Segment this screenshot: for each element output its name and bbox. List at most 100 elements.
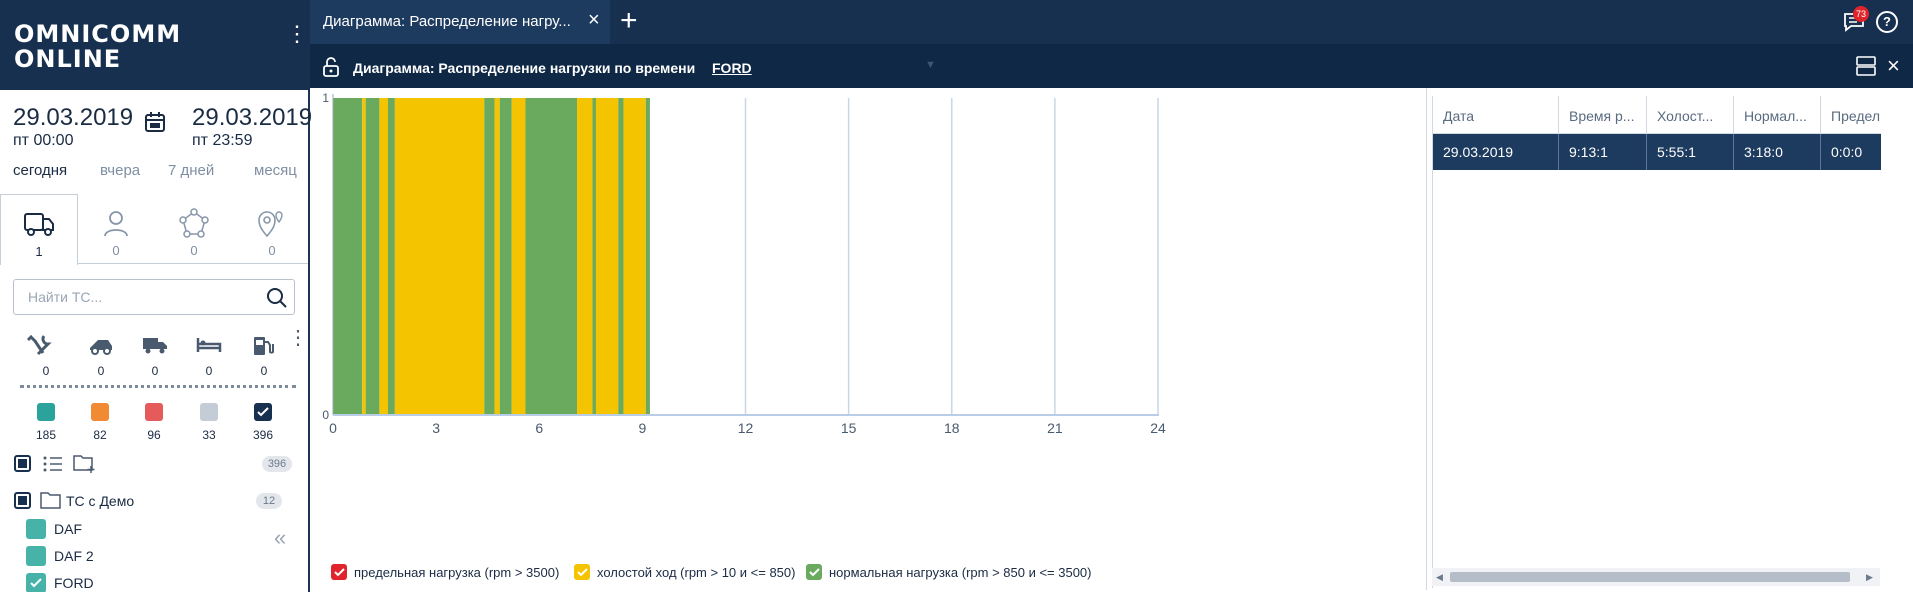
tab-drivers[interactable]: 0: [78, 194, 154, 264]
legend-check-peak[interactable]: [331, 564, 347, 580]
vehicle-dropdown-icon[interactable]: ▼: [925, 59, 936, 71]
panel-close-icon[interactable]: ×: [1887, 53, 1900, 79]
quick-range-yesterday[interactable]: вчера: [100, 162, 140, 179]
table-horizontal-scrollbar[interactable]: ◀ ▶: [1432, 568, 1880, 586]
tow-icon[interactable]: [87, 334, 115, 361]
status-chip-red[interactable]: [145, 403, 163, 421]
unlock-icon[interactable]: [322, 56, 340, 83]
segment-green: [645, 98, 650, 415]
table-cell[interactable]: 5:55:1: [1647, 134, 1734, 170]
check-icon: [809, 568, 820, 577]
tab-network[interactable]: 0: [156, 194, 232, 264]
service-count: 0: [42, 364, 50, 378]
search-input[interactable]: [26, 288, 260, 306]
list-view-icon[interactable]: [42, 454, 64, 479]
scroll-thumb[interactable]: [1450, 572, 1850, 582]
tab-vehicles[interactable]: 1: [0, 194, 78, 265]
col-header-work-time[interactable]: Время р...: [1559, 96, 1647, 134]
status-grey-count: 33: [202, 428, 216, 442]
truck-small-icon[interactable]: [141, 334, 169, 361]
service-icon[interactable]: [26, 334, 52, 361]
tab-geofences[interactable]: 0: [234, 194, 310, 264]
tree-item-checkbox[interactable]: [26, 546, 46, 566]
x-tick-label: 12: [738, 420, 754, 436]
help-icon[interactable]: ?: [1876, 11, 1898, 33]
add-folder-icon[interactable]: [72, 452, 96, 479]
status-red-count: 96: [147, 428, 161, 442]
col-header-normal[interactable]: Нормал...: [1734, 96, 1821, 134]
status-chip-grey[interactable]: [200, 403, 218, 421]
collapse-sidebar-icon[interactable]: «: [274, 525, 286, 551]
status-more-icon[interactable]: ⋮: [288, 328, 308, 348]
tree-item-daf2[interactable]: DAF 2: [54, 548, 94, 564]
date-to-time: пт 23:59: [192, 132, 253, 149]
x-tick-label: 6: [535, 420, 543, 436]
segment-yellow: [623, 98, 646, 415]
group-count-badge: 12: [256, 493, 282, 509]
segment-green: [365, 98, 380, 415]
folder-icon: [40, 491, 62, 514]
tab-close-icon[interactable]: ×: [588, 9, 600, 32]
date-from-time: пт 00:00: [13, 132, 74, 149]
fuel-count: 0: [260, 364, 268, 378]
tree-item-daf[interactable]: DAF: [54, 521, 82, 537]
group-checkbox[interactable]: [14, 492, 31, 509]
segment-green: [592, 98, 596, 415]
legend-check-normal[interactable]: [806, 564, 822, 580]
search-field[interactable]: [13, 279, 295, 315]
tab-diagram[interactable]: Диаграмма: Распределение нагру... ×: [310, 0, 610, 44]
search-icon[interactable]: [266, 287, 288, 309]
col-header-date[interactable]: Дата: [1433, 96, 1559, 134]
status-chip-all-checkbox[interactable]: [254, 403, 272, 421]
bed-count: 0: [205, 364, 213, 378]
status-divider: [20, 385, 296, 388]
x-tick-label: 0: [329, 420, 337, 436]
segment-green: [618, 98, 624, 415]
tree-item-checkbox[interactable]: [26, 519, 46, 539]
legend-check-idle[interactable]: [574, 564, 590, 580]
check-icon: [334, 568, 345, 577]
status-chip-green[interactable]: [37, 403, 55, 421]
status-chip-orange[interactable]: [91, 403, 109, 421]
summary-table: Дата Время р... Холост... Нормал... Пред…: [1432, 96, 1881, 588]
col-header-idle[interactable]: Холост...: [1647, 96, 1734, 134]
load-distribution-chart: 0 3 6 9 12 15 18 21 24 0 1: [322, 91, 1166, 436]
select-all-checkbox[interactable]: [14, 455, 31, 472]
person-icon: [104, 211, 128, 237]
scroll-right-icon[interactable]: ▶: [1866, 572, 1873, 583]
y-tick-label: 1: [322, 91, 329, 105]
calendar-icon[interactable]: [144, 111, 166, 138]
check-icon: [257, 407, 269, 417]
quick-range-month[interactable]: месяц: [254, 162, 297, 179]
tab-vehicles-count: 1: [35, 244, 43, 259]
vehicle-tree: ТС с Демо 12 DAF DAF 2 FORD «: [0, 487, 290, 592]
geofence-icon: [258, 211, 283, 238]
tree-item-ford[interactable]: FORD: [54, 575, 94, 591]
scroll-left-icon[interactable]: ◀: [1436, 572, 1443, 583]
quick-range-7days[interactable]: 7 дней: [168, 162, 214, 179]
tab-geofences-count: 0: [268, 243, 276, 258]
x-tick-label: 21: [1047, 420, 1063, 436]
layout-toggle-icon[interactable]: [1855, 56, 1877, 81]
vehicle-selector[interactable]: FORD: [712, 60, 752, 76]
date-to[interactable]: 29.03.2019 пт 23:59: [192, 104, 312, 150]
table-cell[interactable]: 29.03.2019: [1433, 134, 1559, 170]
quick-range-today[interactable]: сегодня: [13, 162, 67, 179]
date-to-date: 29.03.2019: [192, 104, 313, 131]
table-cell[interactable]: 3:18:0: [1734, 134, 1821, 170]
date-from-date: 29.03.2019: [13, 104, 134, 131]
group-label[interactable]: ТС с Демо: [66, 493, 134, 509]
legend-label-peak: предельная нагрузка (rpm > 3500): [354, 565, 560, 580]
new-tab-icon[interactable]: +: [620, 6, 638, 36]
segment-green: [484, 98, 495, 415]
bed-icon[interactable]: [195, 334, 223, 361]
fuel-icon[interactable]: [251, 334, 275, 363]
tree-item-checkbox-checked[interactable]: [26, 573, 46, 592]
table-cell[interactable]: 0:0:0: [1821, 134, 1881, 170]
table-cell[interactable]: 9:13:1: [1559, 134, 1647, 170]
segment-green: [525, 98, 578, 415]
col-header-peak[interactable]: Предел: [1821, 96, 1881, 134]
menu-kebab-icon[interactable]: ⋮: [286, 23, 308, 45]
date-from[interactable]: 29.03.2019 пт 00:00: [13, 104, 133, 150]
panel-header: Диаграмма: Распределение нагрузки по вре…: [310, 44, 1913, 88]
